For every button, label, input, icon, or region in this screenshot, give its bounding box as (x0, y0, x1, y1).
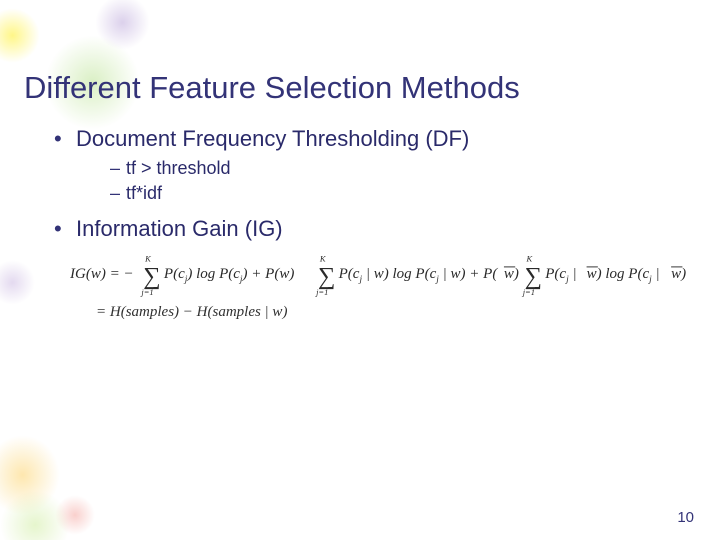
svg-text:w): w) (671, 266, 686, 282)
svg-text:w) log P(cj |: w) log P(cj | (587, 266, 660, 285)
slide-content: Different Feature Selection Methods Docu… (30, 70, 690, 321)
svg-text:IG(w) = −: IG(w) = − (70, 266, 134, 282)
bullet-df-text: Document Frequency Thresholding (DF) (76, 126, 469, 151)
sub-list-df: tf > threshold tf*idf (76, 156, 690, 206)
decor-blob (0, 435, 60, 515)
decor-blob (0, 8, 40, 63)
svg-text:j=1: j=1 (522, 287, 535, 297)
svg-text:j=1: j=1 (315, 287, 328, 297)
svg-text:j=1: j=1 (140, 287, 153, 297)
ig-formula-svg: IG(w) = − ∑ K j=1 P(cj) log P(cj) + P(w)… (70, 250, 690, 301)
svg-text:w): w) (504, 266, 519, 282)
decor-blob (95, 0, 150, 50)
svg-text:P(cj) log P(cj) + P(w): P(cj) log P(cj) + P(w) (163, 266, 294, 285)
decor-blob (0, 490, 70, 540)
sub-tfidf: tf*idf (110, 181, 690, 206)
svg-text:P(cj | w) log P(cj | w) + P(: P(cj | w) log P(cj | w) + P( (338, 266, 499, 285)
svg-text:K: K (319, 253, 326, 263)
svg-text:∑: ∑ (525, 263, 542, 290)
svg-text:K: K (144, 253, 151, 263)
slide-title: Different Feature Selection Methods (24, 70, 690, 106)
svg-text:K: K (525, 253, 532, 263)
svg-text:P(cj |: P(cj | (544, 266, 576, 285)
decor-blob (55, 495, 95, 535)
bullet-ig-text: Information Gain (IG) (76, 216, 283, 241)
bullet-ig: Information Gain (IG) (54, 214, 690, 244)
ig-formula: IG(w) = − ∑ K j=1 P(cj) log P(cj) + P(w)… (70, 250, 690, 322)
svg-text:∑: ∑ (318, 263, 335, 290)
sub-tf-threshold: tf > threshold (110, 156, 690, 181)
slide: Different Feature Selection Methods Docu… (0, 0, 720, 540)
ig-formula-entropy: = H(samples) − H(samples | w) (96, 304, 690, 321)
bullet-df: Document Frequency Thresholding (DF) tf … (54, 124, 690, 206)
svg-text:∑: ∑ (143, 263, 160, 290)
page-number: 10 (677, 509, 694, 526)
bullet-list: Document Frequency Thresholding (DF) tf … (30, 124, 690, 244)
